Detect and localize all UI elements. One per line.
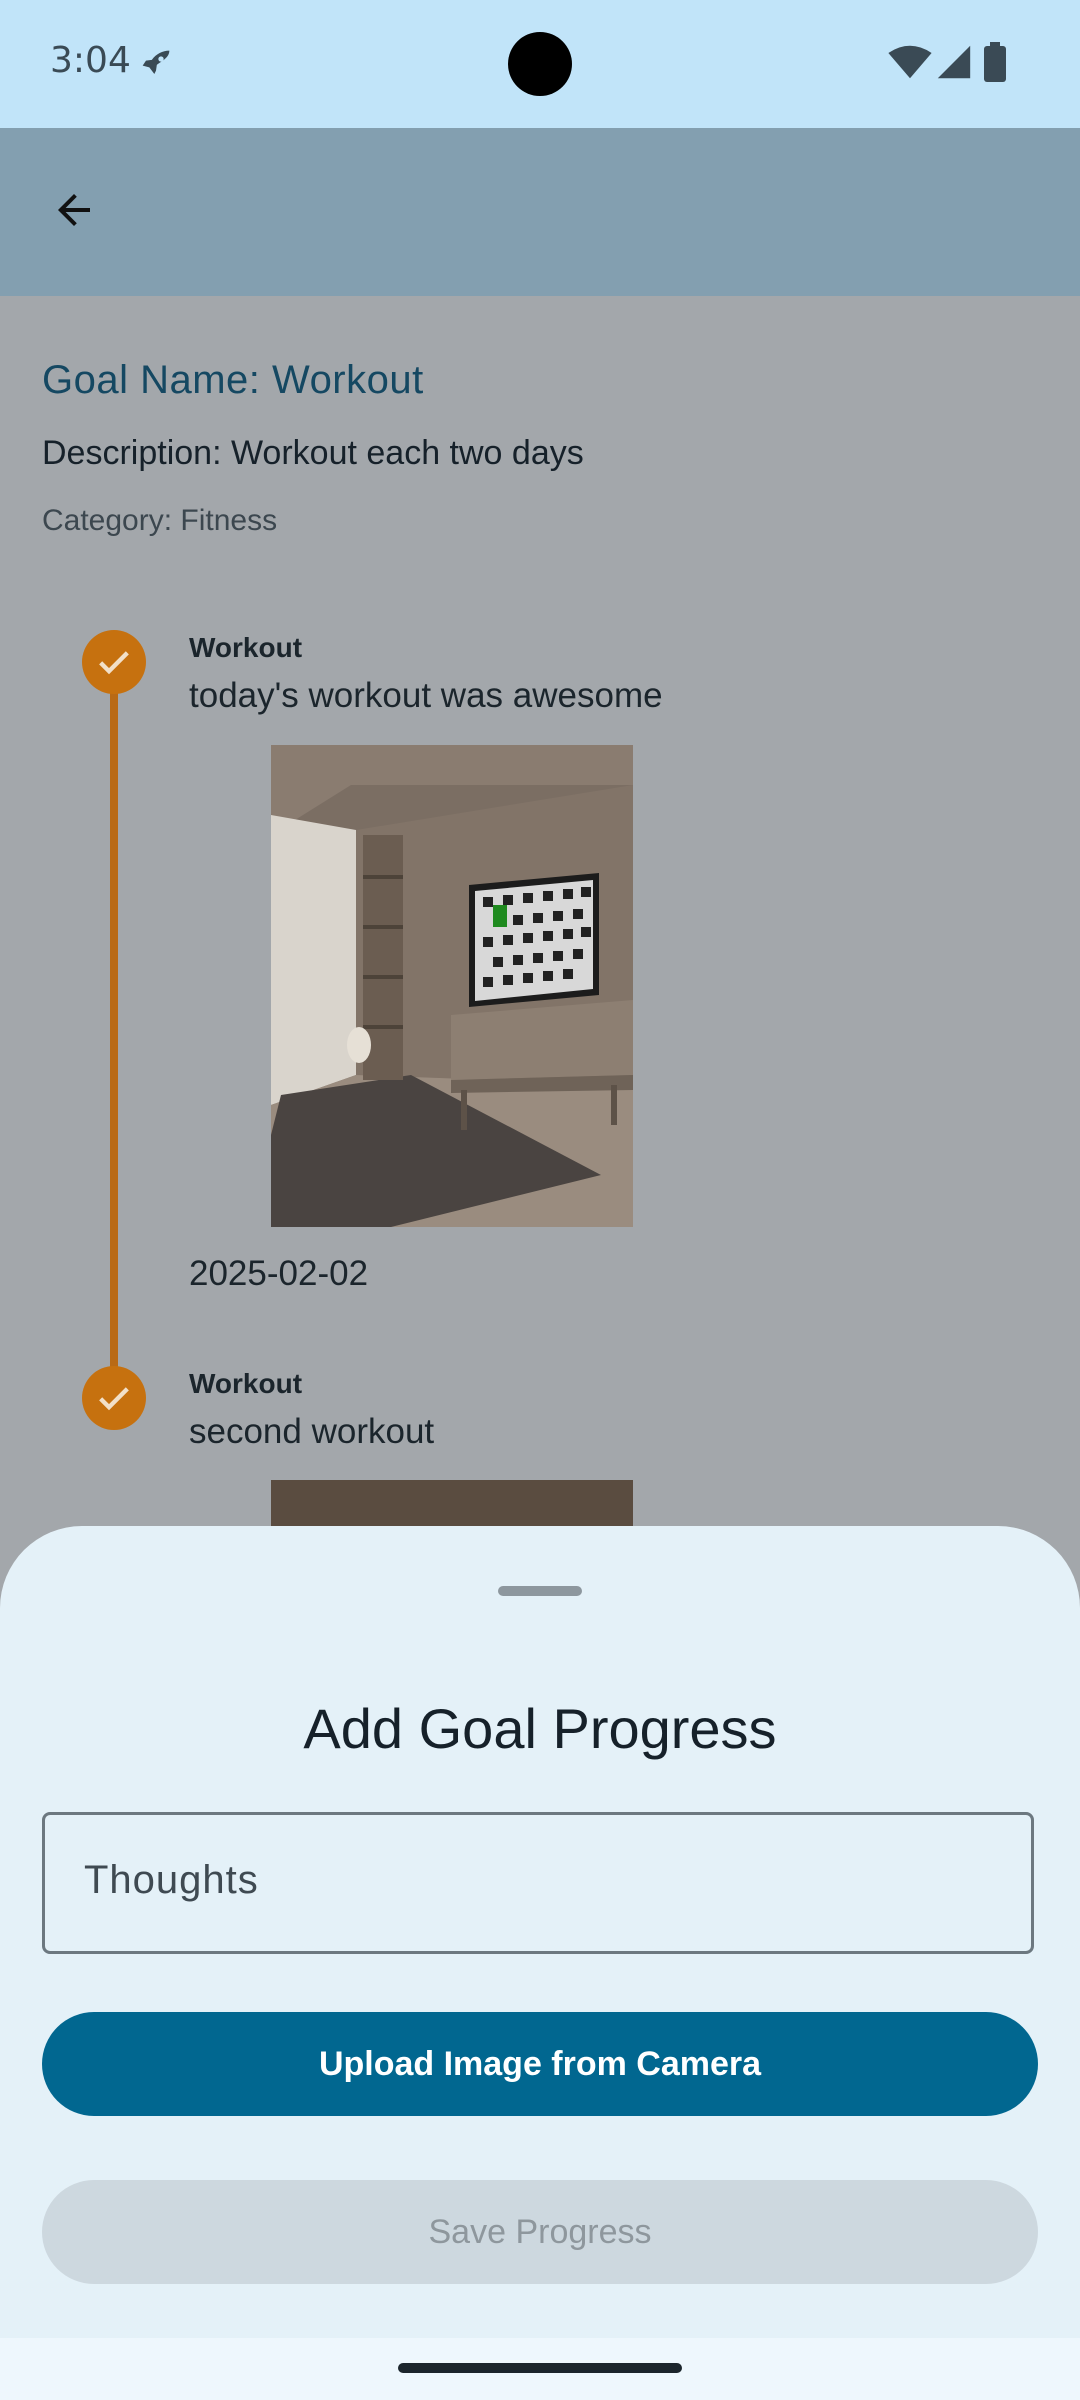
- entry-text: second workout: [189, 1412, 435, 1451]
- back-button[interactable]: [40, 176, 108, 244]
- arrow-back-icon: [58, 194, 90, 226]
- goal-description: Description: Workout each two days: [42, 434, 584, 472]
- upload-image-button[interactable]: Upload Image from Camera: [42, 2012, 1038, 2116]
- upload-image-label: Upload Image from Camera: [318, 2044, 762, 2083]
- entry-title: Workout: [189, 632, 303, 663]
- entry-text: today's workout was awesome: [189, 676, 663, 715]
- goal-category: Category: Fitness: [42, 504, 278, 537]
- signal-icon: [937, 45, 971, 79]
- check-circle-icon: [82, 1366, 146, 1430]
- check-circle-icon: [82, 630, 146, 694]
- progress-photo[interactable]: [271, 745, 633, 1227]
- save-progress-button[interactable]: Save Progress: [42, 2180, 1038, 2284]
- rocket-icon: [142, 50, 170, 74]
- progress-photo[interactable]: [271, 1480, 633, 1526]
- app-bar: [0, 128, 1080, 296]
- drag-handle[interactable]: [498, 1586, 582, 1596]
- entry-title: Workout: [189, 1368, 303, 1399]
- status-time: 3:04: [50, 40, 131, 81]
- entry-date: 2025-02-02: [189, 1254, 369, 1293]
- wifi-icon: [888, 45, 932, 79]
- camera-cutout: [508, 32, 572, 96]
- timeline-line: [110, 662, 118, 1396]
- battery-icon: [984, 42, 1006, 82]
- sheet-title: Add Goal Progress: [303, 1697, 777, 1760]
- thoughts-placeholder: Thoughts: [84, 1858, 259, 1902]
- home-indicator[interactable]: [398, 2363, 682, 2373]
- save-progress-label: Save Progress: [428, 2212, 652, 2251]
- goal-title: Goal Name: Workout: [42, 358, 424, 402]
